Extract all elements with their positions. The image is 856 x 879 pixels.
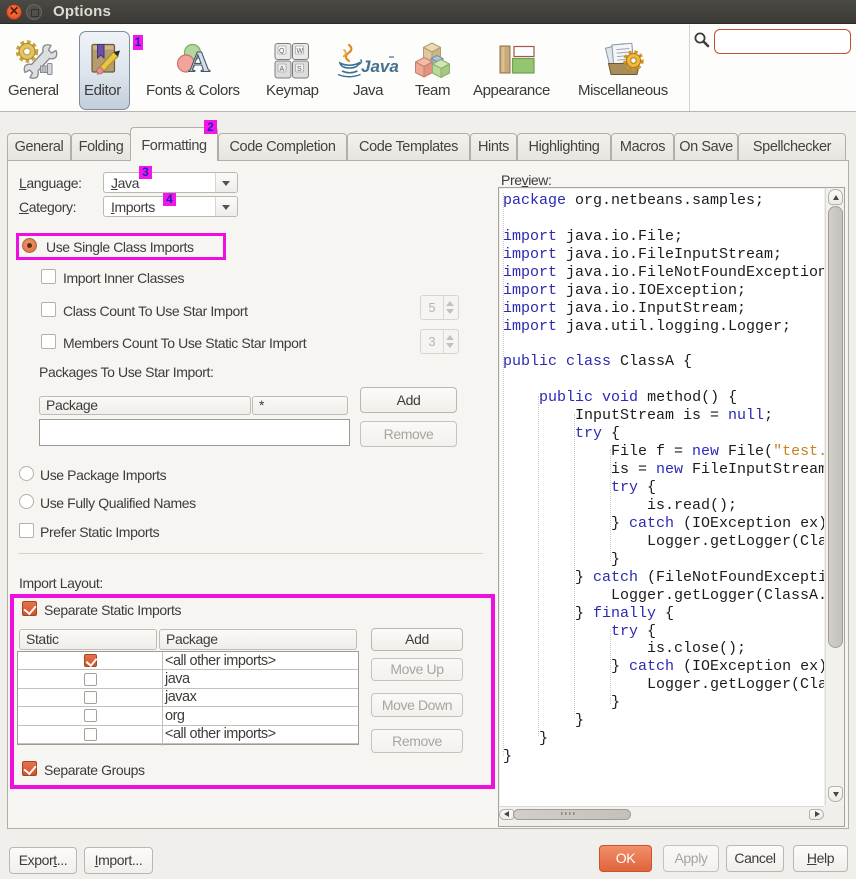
- svg-text:A: A: [280, 66, 285, 73]
- svg-text:Q: Q: [279, 48, 285, 55]
- svg-text:S: S: [297, 66, 302, 73]
- svg-text:W: W: [297, 48, 304, 55]
- svg-text:Java: Java: [361, 57, 399, 76]
- svg-text:A: A: [189, 46, 211, 79]
